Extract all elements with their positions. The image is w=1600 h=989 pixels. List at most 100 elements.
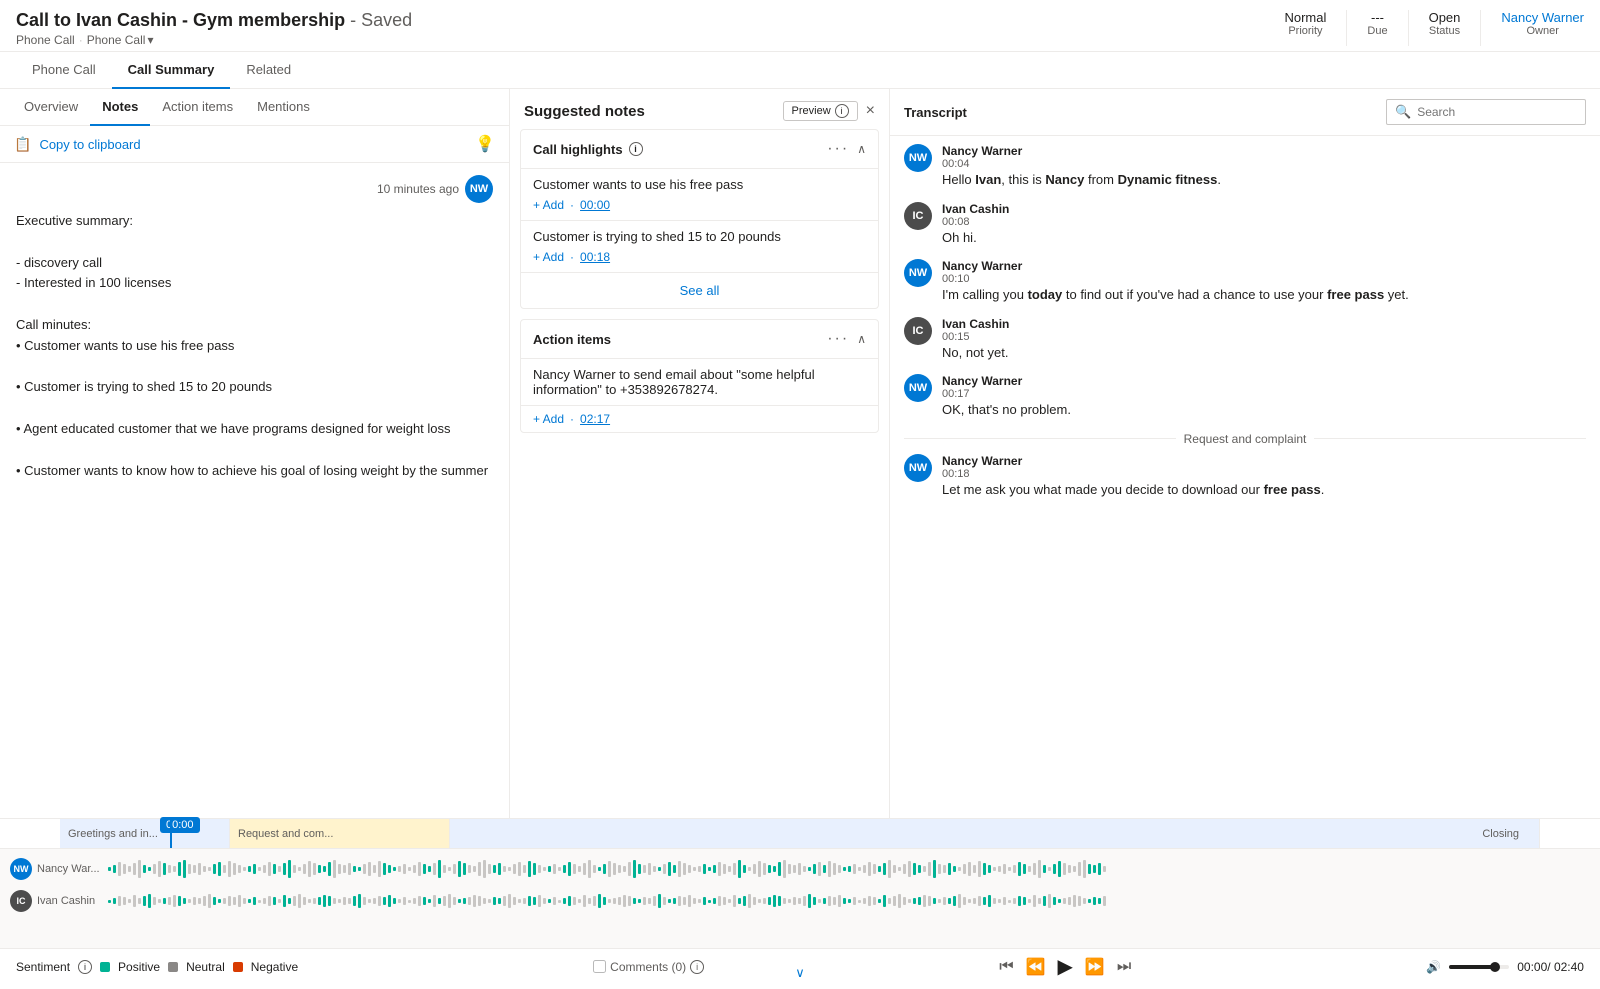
timeline-segment-greet[interactable]: Greetings and in... — [60, 819, 230, 848]
comments-section[interactable]: Comments (0) i — [593, 960, 704, 974]
transcript-time-5: 00:17 — [942, 388, 1071, 400]
waveform-avatar-nw: NW — [10, 858, 32, 880]
sub-tab-action-items[interactable]: Action items — [150, 89, 245, 126]
section-divider-label: Request and complaint — [1184, 432, 1307, 446]
transcript-body-4: Ivan Cashin 00:15 No, not yet. — [942, 317, 1009, 363]
app-header: Call to Ivan Cashin - Gym membership - S… — [0, 0, 1600, 52]
header-sep-1 — [1346, 10, 1347, 46]
scroll-down-indicator[interactable]: ∨ — [795, 965, 805, 981]
highlight-time-2[interactable]: 00:18 — [580, 250, 610, 264]
timestamp-text: 10 minutes ago — [377, 182, 459, 196]
transcript-text-5: OK, that's no problem. — [942, 400, 1071, 420]
add-highlight-2-button[interactable]: + Add — [533, 250, 564, 264]
transcript-meta-1: NW — [904, 144, 932, 190]
action-items-collapse-button[interactable]: ∧ — [857, 332, 866, 346]
rewind-button[interactable]: ⏪ — [1026, 957, 1046, 977]
time-display: 00:00/ 02:40 — [1517, 960, 1584, 974]
tab-call-summary[interactable]: Call Summary — [112, 52, 231, 89]
search-input[interactable] — [1417, 105, 1577, 119]
transcript-search-box[interactable]: 🔍 — [1386, 99, 1586, 125]
action-items-more-button[interactable]: ··· — [827, 330, 849, 348]
playback-controls: ⏮ ⏪ ▶ ⏩ ⏭ — [999, 954, 1131, 979]
suggested-notes-title: Suggested notes — [524, 103, 645, 120]
sentiment-positive-dot — [100, 962, 110, 972]
action-items-title-text: Action items — [533, 332, 611, 347]
transcript-meta-6: NW — [904, 454, 932, 500]
transcript-name-5: Nancy Warner — [942, 374, 1071, 388]
chevron-down-icon: ▾ — [147, 33, 153, 47]
waveform-bars-ic[interactable] — [108, 889, 1590, 913]
preview-badge[interactable]: Preview i — [783, 101, 858, 121]
waveform-label-nw: NW Nancy War... — [10, 858, 100, 880]
search-icon: 🔍 — [1395, 104, 1411, 120]
current-time: 00:00 — [1517, 960, 1547, 974]
copy-to-clipboard-button[interactable]: 📋 Copy to clipboard — [14, 136, 141, 153]
sentiment-section: Sentiment i Positive Neutral Negative — [16, 960, 298, 974]
skip-to-start-button[interactable]: ⏮ — [999, 958, 1013, 976]
saved-status: - Saved — [350, 10, 412, 30]
preview-info-icon[interactable]: i — [835, 104, 849, 118]
tab-phone-call[interactable]: Phone Call — [16, 52, 112, 89]
transcript-text-6: Let me ask you what made you decide to d… — [942, 480, 1324, 500]
due-label: Due — [1367, 25, 1387, 37]
timeline-bar[interactable]: 00:00 Greetings and in... Request and co… — [0, 819, 1600, 849]
transcript-name-4: Ivan Cashin — [942, 317, 1009, 331]
action-items-title: Action items — [533, 332, 611, 347]
call-highlights-more-button[interactable]: ··· — [827, 140, 849, 158]
transcript-text-2: Oh hi. — [942, 228, 1009, 248]
volume-icon: 🔊 — [1426, 960, 1441, 974]
transcript-title: Transcript — [904, 105, 967, 120]
transcript-time-1: 00:04 — [942, 158, 1221, 170]
sentiment-negative-dot — [233, 962, 243, 972]
page-title: Call to Ivan Cashin - Gym membership - S… — [16, 10, 412, 31]
transcript-entry-1: NW Nancy Warner 00:04 Hello Ivan, this i… — [904, 144, 1586, 190]
waveform-label-ic: IC Ivan Cashin — [10, 890, 100, 912]
positive-label: Positive — [118, 960, 160, 974]
play-button[interactable]: ▶ — [1058, 954, 1073, 979]
waveform-name-ic: Ivan Cashin — [37, 895, 95, 907]
waveform-row-nw: NW Nancy War... — [0, 853, 1600, 885]
tab-related[interactable]: Related — [230, 52, 307, 89]
status-label: Status — [1429, 25, 1461, 37]
timeline-segment-request[interactable]: Request and com... — [230, 819, 450, 848]
header-subtitle: Phone Call · Phone Call ▾ — [16, 33, 412, 47]
notes-body: Executive summary: - discovery call - In… — [16, 211, 493, 481]
action-item-time[interactable]: 02:17 — [580, 412, 610, 426]
right-panel: Transcript 🔍 NW Nancy Warner 00:04 Hello… — [890, 89, 1600, 818]
timeline-segment-closing[interactable]: Closing — [450, 819, 1540, 848]
waveform-bars-nw[interactable] — [108, 857, 1590, 881]
volume-slider[interactable] — [1449, 965, 1509, 969]
call-highlights-collapse-button[interactable]: ∧ — [857, 142, 866, 156]
due-value: --- — [1367, 10, 1387, 25]
sub-tab-mentions[interactable]: Mentions — [245, 89, 322, 126]
comments-info-icon[interactable]: i — [690, 960, 704, 974]
segment-closing-label: Closing — [1482, 828, 1519, 840]
owner-label: Owner — [1501, 25, 1584, 37]
skip-to-end-button[interactable]: ⏭ — [1117, 958, 1131, 976]
close-suggested-notes-button[interactable]: × — [866, 102, 875, 120]
sub-tab-notes[interactable]: Notes — [90, 89, 150, 126]
comments-label: Comments (0) — [610, 960, 686, 974]
transcript-header: Transcript 🔍 — [890, 89, 1600, 136]
highlight-time-1[interactable]: 00:00 — [580, 198, 610, 212]
sentiment-info-icon[interactable]: i — [78, 960, 92, 974]
action-item-text: Nancy Warner to send email about "some h… — [521, 358, 878, 405]
call-highlights-info-icon[interactable]: i — [629, 142, 643, 156]
action-item-add-button[interactable]: + Add · 02:17 — [521, 405, 878, 432]
header-sep-3 — [1480, 10, 1481, 46]
breadcrumb-2-dropdown[interactable]: Phone Call ▾ — [87, 33, 154, 47]
see-all-button[interactable]: See all — [521, 272, 878, 308]
add-highlight-1-button[interactable]: + Add — [533, 198, 564, 212]
owner-value[interactable]: Nancy Warner — [1501, 10, 1584, 25]
highlight-text-1: Customer wants to use his free pass — [533, 177, 866, 192]
action-items-header: Action items ··· ∧ — [521, 320, 878, 358]
timeline-segments: Greetings and in... Request and com... C… — [60, 819, 1540, 848]
avatar-ic-1: IC — [904, 202, 932, 230]
transcript-content: NW Nancy Warner 00:04 Hello Ivan, this i… — [890, 136, 1600, 818]
comments-checkbox[interactable] — [593, 960, 606, 973]
sub-tab-overview[interactable]: Overview — [12, 89, 90, 126]
priority-value: Normal — [1284, 10, 1326, 25]
fast-forward-button[interactable]: ⏩ — [1085, 957, 1105, 977]
volume-section: 🔊 00:00/ 02:40 — [1426, 960, 1584, 974]
status-meta: Open Status — [1429, 10, 1461, 37]
